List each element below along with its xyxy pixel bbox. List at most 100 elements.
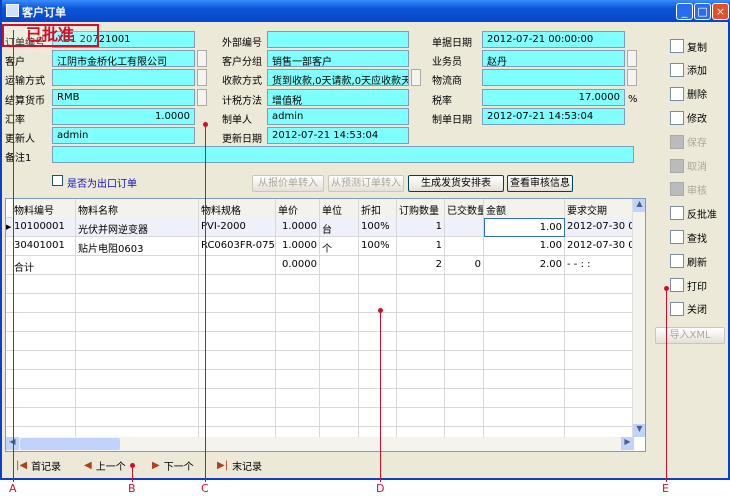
horizontal-scrollbar[interactable]: ◀▶ bbox=[6, 437, 634, 451]
grid-cell[interactable] bbox=[6, 313, 76, 332]
column-header[interactable]: 物料编号 bbox=[12, 199, 76, 218]
shipping-lookup-button[interactable] bbox=[197, 69, 207, 86]
grid-cell[interactable] bbox=[199, 332, 276, 351]
remark-field[interactable] bbox=[52, 146, 634, 163]
grid-cell[interactable] bbox=[484, 332, 565, 351]
grid-cell[interactable] bbox=[6, 332, 76, 351]
column-header[interactable]: 订购数量 bbox=[397, 199, 445, 218]
empty-row[interactable] bbox=[6, 370, 634, 389]
grid-cell[interactable] bbox=[565, 313, 634, 332]
doc-date-field[interactable]: 2012-07-21 00:00:00 bbox=[482, 31, 625, 48]
grid-cell[interactable]: 1.0000 bbox=[276, 218, 320, 237]
grid-cell[interactable] bbox=[565, 370, 634, 389]
grid-cell[interactable]: 1.00 bbox=[484, 237, 565, 256]
rate-field[interactable]: 1.0000 bbox=[52, 108, 195, 125]
vertical-scrollbar[interactable]: ▲ ▼ bbox=[632, 199, 645, 437]
scroll-up-icon[interactable]: ▲ bbox=[633, 199, 645, 212]
generate-shipping-button[interactable]: 生成发货安排表 bbox=[408, 175, 504, 192]
grid-cell[interactable] bbox=[76, 351, 199, 370]
grid-cell[interactable] bbox=[320, 256, 359, 275]
grid-cell[interactable] bbox=[359, 275, 397, 294]
grid-cell[interactable] bbox=[484, 370, 565, 389]
toolbar-button-0[interactable]: 复制 bbox=[670, 36, 707, 56]
grid-cell[interactable] bbox=[276, 275, 320, 294]
updater-field[interactable]: admin bbox=[52, 127, 195, 144]
grid-cell[interactable] bbox=[76, 408, 199, 427]
items-grid[interactable]: 物料编号 物料名称 物料规格 单价 单位 折扣 订购数量 已交数量 金额 要求交期 10100001… bbox=[5, 198, 646, 452]
grid-cell[interactable] bbox=[276, 351, 320, 370]
grid-cell[interactable]: 30401001 bbox=[12, 237, 76, 256]
tax-rate-field[interactable]: 17.0000 bbox=[482, 89, 625, 106]
grid-cell[interactable] bbox=[484, 408, 565, 427]
prev-record-button[interactable]: ◀ 上一个 bbox=[84, 458, 126, 473]
grid-cell[interactable]: 0 bbox=[445, 256, 484, 275]
toolbar-button-11[interactable]: 关闭 bbox=[670, 299, 707, 319]
grid-cell[interactable] bbox=[199, 351, 276, 370]
grid-cell[interactable] bbox=[76, 389, 199, 408]
grid-cell[interactable] bbox=[76, 313, 199, 332]
toolbar-button-10[interactable]: 打印 bbox=[670, 275, 707, 295]
grid-cell[interactable]: 1.00 bbox=[484, 218, 565, 237]
grid-cell[interactable]: 1 bbox=[397, 218, 445, 237]
grid-cell[interactable] bbox=[445, 218, 484, 237]
grid-cell[interactable] bbox=[445, 237, 484, 256]
external-no-field[interactable] bbox=[267, 31, 409, 48]
toolbar-button-4[interactable]: 保存 bbox=[670, 132, 707, 152]
column-header[interactable]: 单位 bbox=[320, 199, 359, 218]
update-date-field[interactable]: 2012-07-21 14:53:04 bbox=[267, 127, 409, 144]
grid-cell[interactable]: 台 bbox=[320, 218, 359, 237]
customer-group-field[interactable]: 销售一部客户 bbox=[267, 50, 409, 67]
column-header[interactable]: 物料名称 bbox=[76, 199, 199, 218]
table-row[interactable]: 10100001 光伏并网逆变器 PVI-2000 1.0000 台 100% 1 1.00 2… bbox=[6, 218, 634, 237]
grid-cell[interactable] bbox=[199, 408, 276, 427]
grid-cell[interactable] bbox=[565, 275, 634, 294]
grid-cell[interactable] bbox=[484, 389, 565, 408]
grid-cell[interactable] bbox=[359, 351, 397, 370]
view-audit-button[interactable]: 查看审核信息 bbox=[507, 175, 573, 192]
grid-cell[interactable] bbox=[276, 313, 320, 332]
grid-cell[interactable] bbox=[199, 370, 276, 389]
grid-cell[interactable] bbox=[199, 275, 276, 294]
grid-cell[interactable] bbox=[76, 294, 199, 313]
grid-cell[interactable] bbox=[397, 275, 445, 294]
create-date-field[interactable]: 2012-07-21 14:53:04 bbox=[482, 108, 625, 125]
grid-cell[interactable] bbox=[484, 313, 565, 332]
grid-cell[interactable] bbox=[276, 408, 320, 427]
grid-cell[interactable]: 100% bbox=[359, 237, 397, 256]
grid-cell[interactable]: 光伏并网逆变器 bbox=[76, 218, 199, 237]
empty-row[interactable] bbox=[6, 313, 634, 332]
grid-cell[interactable] bbox=[320, 332, 359, 351]
grid-cell[interactable] bbox=[484, 351, 565, 370]
grid-cell[interactable] bbox=[76, 332, 199, 351]
grid-cell[interactable] bbox=[199, 294, 276, 313]
column-header[interactable]: 金额 bbox=[484, 199, 565, 218]
grid-cell[interactable]: 贴片电阻0603 bbox=[76, 237, 199, 256]
column-header[interactable]: 物料规格 bbox=[199, 199, 276, 218]
grid-cell[interactable] bbox=[484, 275, 565, 294]
grid-cell[interactable]: 100% bbox=[359, 218, 397, 237]
grid-cell[interactable]: 个 bbox=[320, 237, 359, 256]
total-row[interactable]: 合计 0.0000 2 0 2.00- - : : bbox=[6, 256, 634, 275]
grid-cell[interactable] bbox=[397, 389, 445, 408]
last-record-button[interactable]: ▶| 末记录 bbox=[217, 458, 262, 473]
grid-cell[interactable] bbox=[276, 370, 320, 389]
grid-cell[interactable] bbox=[6, 370, 76, 389]
grid-cell[interactable]: PVI-2000 bbox=[199, 218, 276, 237]
salesman-lookup-button[interactable] bbox=[627, 50, 637, 67]
grid-cell[interactable] bbox=[6, 389, 76, 408]
maximize-button[interactable]: □ bbox=[694, 3, 711, 20]
grid-cell[interactable] bbox=[6, 351, 76, 370]
from-forecast-button[interactable]: 从预测订单转入 bbox=[328, 175, 404, 192]
grid-cell[interactable] bbox=[565, 294, 634, 313]
toolbar-button-8[interactable]: 查找 bbox=[670, 227, 707, 247]
grid-cell[interactable] bbox=[276, 332, 320, 351]
grid-cell[interactable] bbox=[320, 275, 359, 294]
grid-cell[interactable] bbox=[445, 313, 484, 332]
empty-row[interactable] bbox=[6, 351, 634, 370]
grid-cell[interactable] bbox=[397, 351, 445, 370]
creator-field[interactable]: admin bbox=[267, 108, 409, 125]
logistics-field[interactable] bbox=[482, 69, 625, 86]
grid-cell[interactable] bbox=[76, 275, 199, 294]
grid-cell[interactable]: 2.00 bbox=[484, 256, 565, 275]
minimize-button[interactable]: _ bbox=[676, 3, 693, 20]
